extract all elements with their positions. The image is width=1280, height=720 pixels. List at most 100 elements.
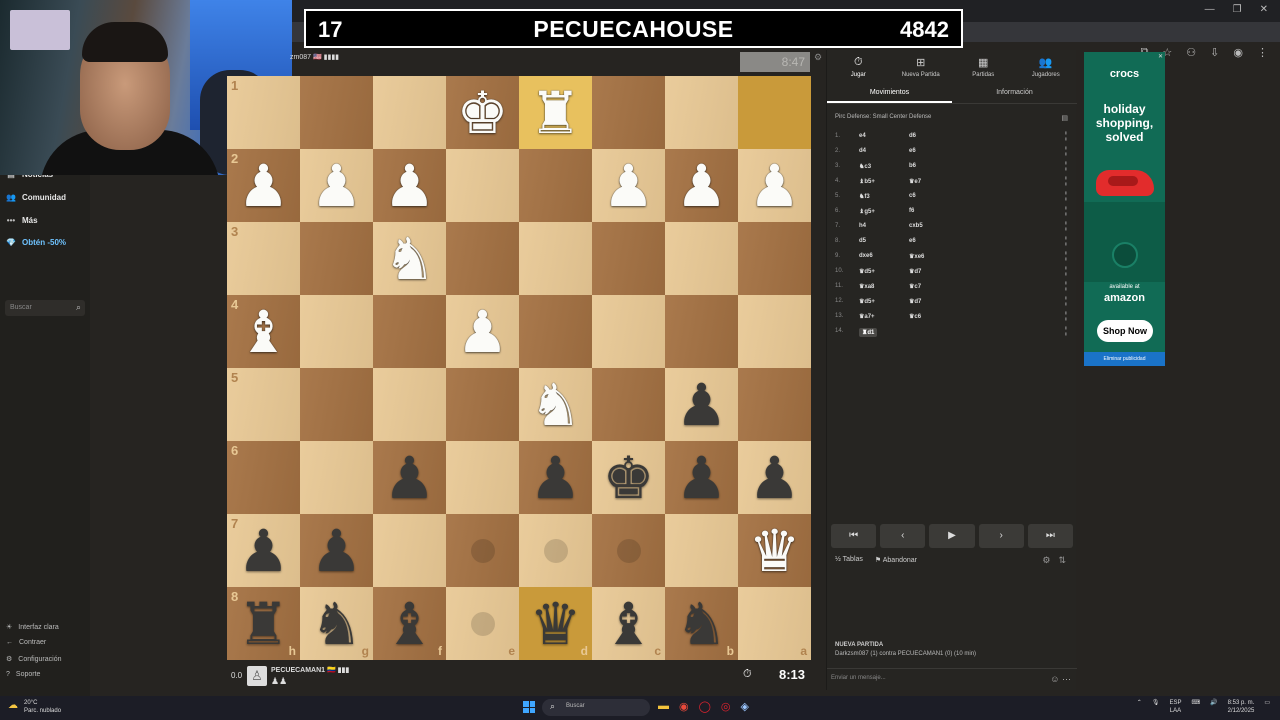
board-square[interactable]: [300, 441, 373, 514]
sidebar-search-input[interactable]: Buscar ⌕: [5, 300, 85, 316]
black-move[interactable]: ♛xe6: [909, 253, 924, 260]
white-pawn-piece[interactable]: ♟: [384, 157, 436, 215]
board-square[interactable]: ♞: [373, 222, 446, 295]
white-move[interactable]: ♛xa8: [859, 283, 874, 290]
board-settings-gear-icon[interactable]: ⚙: [814, 52, 822, 63]
white-move[interactable]: ♞f3: [859, 193, 870, 200]
download-icon[interactable]: ⇩: [1210, 46, 1219, 59]
black-move[interactable]: c6: [909, 193, 916, 199]
black-king-piece[interactable]: ♚: [603, 449, 655, 507]
board-square[interactable]: ♟: [373, 149, 446, 222]
board-square[interactable]: [665, 295, 738, 368]
sidebar-item-collapse[interactable]: ← Contraer: [6, 639, 46, 646]
sidebar-item-promo[interactable]: 💎 Obtén -50%: [6, 238, 66, 247]
board-square[interactable]: f ♝: [373, 587, 446, 660]
board-square[interactable]: ♟: [300, 514, 373, 587]
board-square[interactable]: d ♛: [519, 587, 592, 660]
first-move-button[interactable]: ⏮: [831, 524, 877, 548]
legal-move-dot[interactable]: [470, 611, 495, 636]
board-square[interactable]: [592, 76, 665, 149]
network-icon[interactable]: ⌨: [1191, 699, 1200, 715]
white-knight-piece[interactable]: ♞: [384, 230, 436, 288]
board-square[interactable]: [665, 76, 738, 149]
black-move[interactable]: ♛e7: [909, 178, 921, 185]
chat-input[interactable]: Enviar un mensaje... ☺ ⋯: [827, 668, 1077, 690]
black-move[interactable]: ♛d7: [909, 298, 921, 305]
sidebar-item-light-theme[interactable]: ☀ Interfaz clara: [6, 623, 59, 632]
white-pawn-piece[interactable]: ♟: [749, 157, 801, 215]
chess-board[interactable]: 1 ♚ ♜ 2 ♟ ♟ ♟ ♟ ♟ ♟ 3 ♞ 4 ♝ ♟ 5 ♞ ♟ 6 ♟ ♟ ♚ ♟ ♟ 7 ♟ ♟ ♛ 8 h ♜ g ♞ f ♝ e d ♛ c ♝…: [227, 76, 811, 660]
board-square[interactable]: [592, 295, 665, 368]
board-square[interactable]: ♟: [373, 441, 446, 514]
weather-widget[interactable]: ☁ 20°C Parc. nublado: [8, 699, 61, 715]
board-square[interactable]: 6: [227, 441, 300, 514]
black-move[interactable]: d6: [909, 133, 916, 139]
legal-move-dot[interactable]: [543, 538, 568, 563]
black-knight-piece[interactable]: ♞: [311, 595, 363, 653]
white-move[interactable]: ♜d1: [859, 328, 878, 337]
board-square[interactable]: 1: [227, 76, 300, 149]
black-rook-piece[interactable]: ♜: [238, 595, 290, 653]
board-square[interactable]: [300, 368, 373, 441]
player-name[interactable]: PECUECAMAN1 🇨🇴 ▮▮▮: [271, 666, 349, 674]
draw-button[interactable]: ½ Tablas: [835, 556, 863, 564]
legal-move-dot[interactable]: [470, 538, 495, 563]
black-pawn-piece[interactable]: ♟: [311, 522, 363, 580]
board-square[interactable]: a: [738, 587, 811, 660]
board-square[interactable]: [738, 368, 811, 441]
board-square[interactable]: ♟: [665, 441, 738, 514]
board-square[interactable]: ♜: [519, 76, 592, 149]
opera-icon[interactable]: ◯: [699, 700, 711, 713]
clock-widget[interactable]: 8:53 p. m. 2/12/2025: [1228, 699, 1255, 715]
black-pawn-piece[interactable]: ♟: [238, 522, 290, 580]
board-square[interactable]: [300, 222, 373, 295]
board-square[interactable]: 7 ♟: [227, 514, 300, 587]
tray-chevron-icon[interactable]: ⌃: [1137, 699, 1142, 715]
next-move-button[interactable]: ›: [978, 524, 1024, 548]
white-rook-piece[interactable]: ♜: [530, 84, 582, 142]
white-move[interactable]: ♛a7+: [859, 313, 875, 320]
chrome-icon[interactable]: ◉: [679, 700, 689, 713]
remove-ads-link[interactable]: Eliminar publicidad: [1084, 352, 1165, 366]
advertisement[interactable]: ✕ crocs holiday shopping, solved availab…: [1084, 52, 1165, 366]
black-move[interactable]: ♛c7: [909, 283, 921, 290]
board-square[interactable]: [519, 222, 592, 295]
black-pawn-piece[interactable]: ♟: [384, 449, 436, 507]
board-square[interactable]: ♟: [665, 368, 738, 441]
tab-partidas[interactable]: ▦ Partidas: [952, 50, 1015, 82]
black-move[interactable]: ♛c6: [909, 313, 921, 320]
ad-close-icon[interactable]: ✕: [1158, 53, 1163, 60]
resign-button[interactable]: ⚑ Abandonar: [875, 556, 917, 564]
white-bishop-piece[interactable]: ♝: [238, 303, 290, 361]
board-square[interactable]: [519, 149, 592, 222]
board-square[interactable]: [373, 76, 446, 149]
board-square[interactable]: 8 h ♜: [227, 587, 300, 660]
white-pawn-piece[interactable]: ♟: [311, 157, 363, 215]
flip-board-icon[interactable]: ⇅: [1058, 555, 1066, 566]
board-square[interactable]: ♟: [519, 441, 592, 514]
board-square[interactable]: [373, 295, 446, 368]
menu-icon[interactable]: ⋮: [1257, 46, 1268, 59]
board-square[interactable]: [665, 514, 738, 587]
board-square[interactable]: ♟: [738, 441, 811, 514]
black-bishop-piece[interactable]: ♝: [603, 595, 655, 653]
profile-icon[interactable]: ◉: [1233, 46, 1243, 59]
white-pawn-piece[interactable]: ♟: [457, 303, 509, 361]
board-square[interactable]: 5: [227, 368, 300, 441]
black-queen-piece[interactable]: ♛: [530, 595, 582, 653]
minimize-icon[interactable]: —: [1205, 4, 1215, 15]
sidebar-item-settings[interactable]: ⚙ Configuración: [6, 655, 61, 664]
maximize-icon[interactable]: ❐: [1233, 4, 1242, 15]
white-king-piece[interactable]: ♚: [457, 84, 509, 142]
black-move[interactable]: ♛d7: [909, 268, 921, 275]
board-square[interactable]: 2 ♟: [227, 149, 300, 222]
board-square[interactable]: [446, 441, 519, 514]
taskbar-search-input[interactable]: ⌕ Buscar: [542, 699, 650, 716]
white-move[interactable]: ♞c3: [859, 163, 871, 170]
black-pawn-piece[interactable]: ♟: [530, 449, 582, 507]
sidebar-item-mas[interactable]: ••• Más: [6, 216, 38, 225]
ad-shop-now-button[interactable]: Shop Now: [1097, 320, 1153, 342]
white-move[interactable]: dxe6: [859, 253, 873, 259]
board-square[interactable]: ♟: [446, 295, 519, 368]
white-move[interactable]: h4: [859, 223, 866, 229]
